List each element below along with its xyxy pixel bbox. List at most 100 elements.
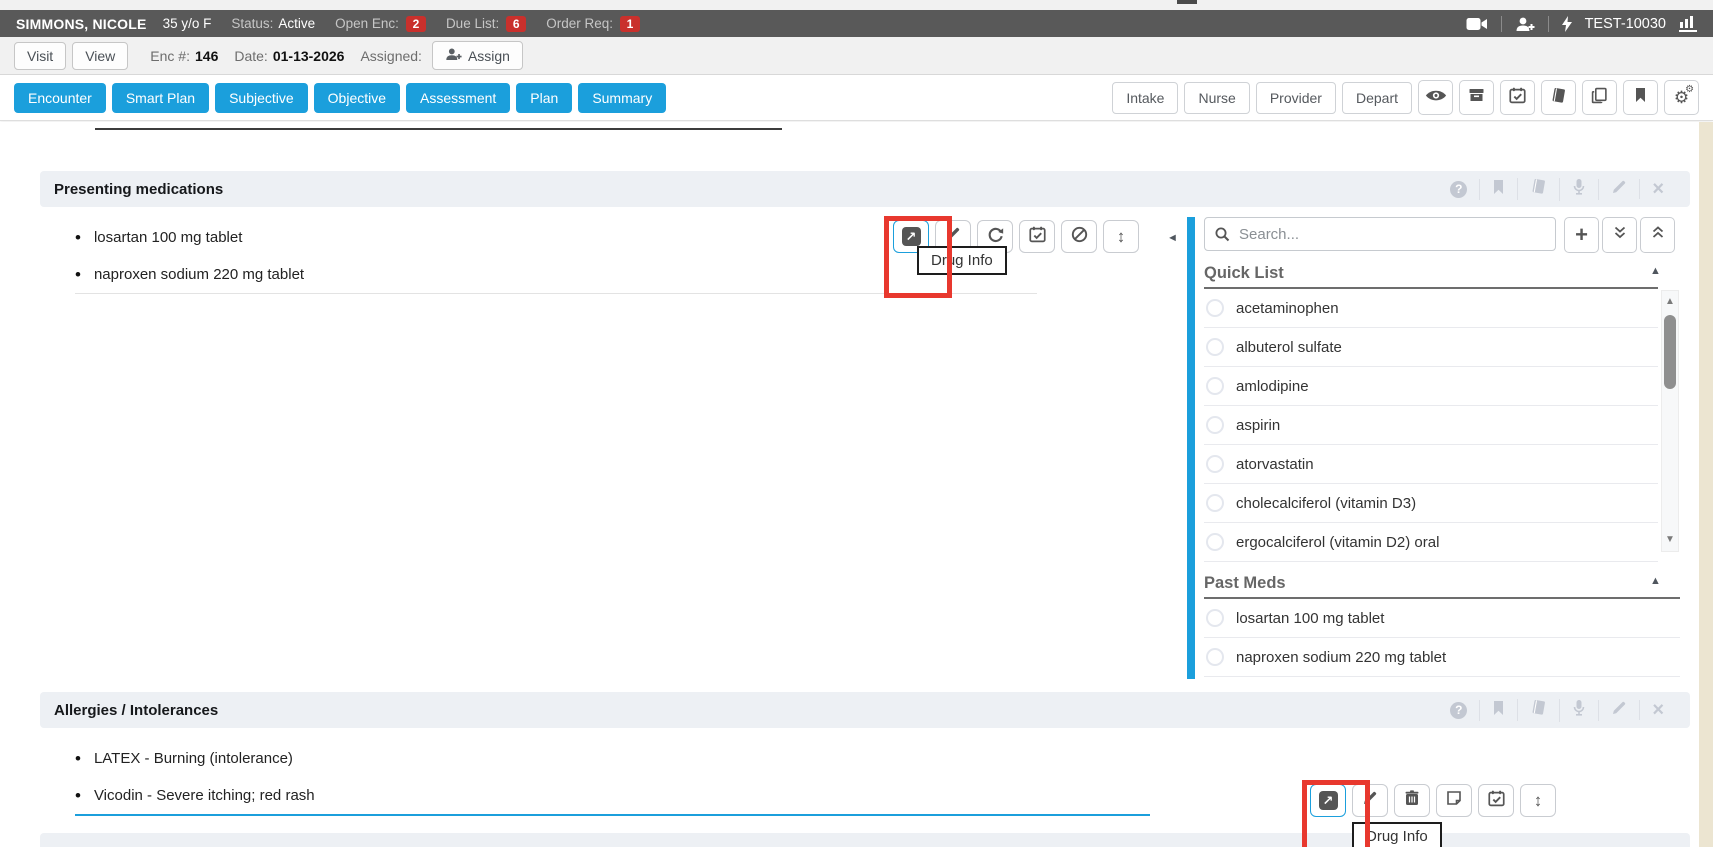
help-button[interactable]: ?: [1438, 702, 1479, 719]
dictate-button[interactable]: [1559, 699, 1598, 722]
bookmark-button[interactable]: [1479, 179, 1517, 200]
quick-list-item[interactable]: atorvastatin: [1204, 445, 1658, 484]
tab-assessment[interactable]: Assessment: [406, 83, 510, 113]
video-camera-icon[interactable]: [1466, 17, 1488, 31]
copy-icon: [1591, 87, 1608, 109]
allergy-item[interactable]: LATEX - Burning (intolerance): [75, 740, 1037, 777]
pencil-icon: [1362, 790, 1378, 811]
depart-button[interactable]: Depart: [1342, 82, 1412, 114]
due-list-badge[interactable]: 6: [506, 16, 526, 32]
allergy-text: Vicodin - Severe itching; red rash: [94, 787, 315, 804]
reorder-button[interactable]: ↕: [1103, 220, 1139, 253]
due-list-label: Due List:: [446, 16, 499, 31]
nurse-button[interactable]: Nurse: [1184, 82, 1249, 114]
allergy-text: LATEX - Burning (intolerance): [94, 750, 293, 767]
archive-button[interactable]: [1459, 80, 1494, 115]
scroll-down-icon[interactable]: ▼: [1662, 533, 1678, 547]
allergies-header: Allergies / Intolerances ? ×: [40, 692, 1690, 728]
search-input[interactable]: [1204, 217, 1556, 251]
up-down-arrow-icon: ↕: [1117, 228, 1126, 245]
med-name: acetaminophen: [1236, 300, 1339, 317]
external-link-icon: ↗: [902, 227, 921, 246]
schedule-button[interactable]: [1019, 220, 1055, 253]
patient-name: SIMMONS, NICOLE: [16, 16, 147, 32]
close-button[interactable]: ×: [1639, 700, 1676, 720]
collapse-section-icon[interactable]: ▲: [1650, 575, 1661, 587]
add-user-icon[interactable]: [1515, 16, 1535, 32]
tab-objective[interactable]: Objective: [314, 83, 400, 113]
book-button[interactable]: [1517, 699, 1559, 721]
help-button[interactable]: ?: [1438, 181, 1479, 198]
past-med-item[interactable]: naproxen sodium 220 mg tablet: [1204, 638, 1680, 677]
drug-info-button[interactable]: ↗: [1310, 784, 1346, 817]
scrollbar-thumb[interactable]: [1664, 315, 1676, 389]
bookmark-button[interactable]: [1479, 700, 1517, 721]
quick-list-item[interactable]: ergocalciferol (vitamin D2) oral: [1204, 523, 1658, 562]
calendar-check-button[interactable]: [1500, 80, 1535, 115]
collapse-section-icon[interactable]: ▲: [1650, 265, 1661, 277]
allergy-list: LATEX - Burning (intolerance) Vicodin - …: [75, 740, 1037, 814]
medication-item[interactable]: naproxen sodium 220 mg tablet: [75, 256, 1037, 293]
tab-plan[interactable]: Plan: [516, 83, 572, 113]
dictate-button[interactable]: [1559, 178, 1598, 201]
delete-button[interactable]: [1394, 784, 1430, 817]
book-button[interactable]: [1517, 178, 1559, 200]
past-meds-list: losartan 100 mg tablet naproxen sodium 2…: [1204, 599, 1680, 677]
lightning-icon[interactable]: [1562, 16, 1572, 32]
edit-button[interactable]: [1598, 700, 1639, 721]
collapse-panel-arrow-icon[interactable]: ◄: [1167, 232, 1178, 244]
tab-subjective[interactable]: Subjective: [215, 83, 308, 113]
presenting-medications-header: Presenting medications ? ×: [40, 171, 1690, 207]
medication-name: naproxen sodium 220 mg tablet: [94, 266, 304, 283]
assign-button-label: Assign: [468, 48, 510, 64]
status-label: Status:: [231, 16, 273, 31]
intake-button[interactable]: Intake: [1112, 82, 1178, 114]
provider-button[interactable]: Provider: [1256, 82, 1336, 114]
book-button[interactable]: [1541, 80, 1576, 115]
quick-list-item[interactable]: amlodipine: [1204, 367, 1658, 406]
settings-button[interactable]: ⚙⚙: [1664, 80, 1699, 115]
med-circle-icon: [1206, 338, 1224, 356]
eye-button[interactable]: [1418, 80, 1453, 115]
quick-list-header: Quick List: [1204, 260, 1658, 286]
reorder-button[interactable]: ↕: [1520, 784, 1556, 817]
quick-list-item[interactable]: aspirin: [1204, 406, 1658, 445]
quick-list-scrollbar[interactable]: ▲ ▼: [1661, 290, 1679, 552]
open-enc-badge[interactable]: 2: [406, 16, 426, 32]
discontinue-button[interactable]: [1061, 220, 1097, 253]
window-fragment: [1177, 0, 1197, 4]
tab-smart-plan[interactable]: Smart Plan: [112, 83, 209, 113]
quick-list-item[interactable]: cholecalciferol (vitamin D3): [1204, 484, 1658, 523]
quick-list-item[interactable]: albuterol sulfate: [1204, 328, 1658, 367]
edit-button[interactable]: [1598, 179, 1639, 200]
tab-summary[interactable]: Summary: [578, 83, 666, 113]
bookmark-button[interactable]: [1623, 80, 1658, 115]
enc-label: Enc #:: [150, 48, 190, 64]
scroll-up-icon[interactable]: ▲: [1662, 295, 1678, 309]
status-value: Active: [278, 16, 315, 31]
order-req-badge[interactable]: 1: [620, 16, 640, 32]
practice-id: TEST-10030: [1585, 16, 1666, 32]
med-name: albuterol sulfate: [1236, 339, 1342, 356]
add-medication-button[interactable]: +: [1564, 217, 1599, 253]
edit-button[interactable]: [1352, 784, 1388, 817]
allergy-item[interactable]: Vicodin - Severe itching; red rash: [75, 777, 1037, 814]
help-icon: ?: [1450, 702, 1467, 719]
collapse-all-button[interactable]: [1602, 217, 1637, 253]
view-button[interactable]: View: [72, 42, 128, 70]
copy-button[interactable]: [1582, 80, 1617, 115]
quick-list-item[interactable]: acetaminophen: [1204, 289, 1658, 328]
enc-value: 146: [195, 48, 218, 64]
visit-button[interactable]: Visit: [14, 42, 66, 70]
schedule-button[interactable]: [1478, 784, 1514, 817]
tab-encounter[interactable]: Encounter: [14, 83, 106, 113]
assign-button[interactable]: Assign: [432, 41, 523, 70]
expand-all-button[interactable]: [1640, 217, 1675, 253]
med-circle-icon: [1206, 533, 1224, 551]
gears-icon: ⚙⚙: [1674, 89, 1689, 106]
note-button[interactable]: [1436, 784, 1472, 817]
close-button[interactable]: ×: [1639, 179, 1676, 199]
chart-icon[interactable]: [1679, 15, 1697, 32]
past-med-item[interactable]: losartan 100 mg tablet: [1204, 599, 1680, 638]
med-name: atorvastatin: [1236, 456, 1314, 473]
